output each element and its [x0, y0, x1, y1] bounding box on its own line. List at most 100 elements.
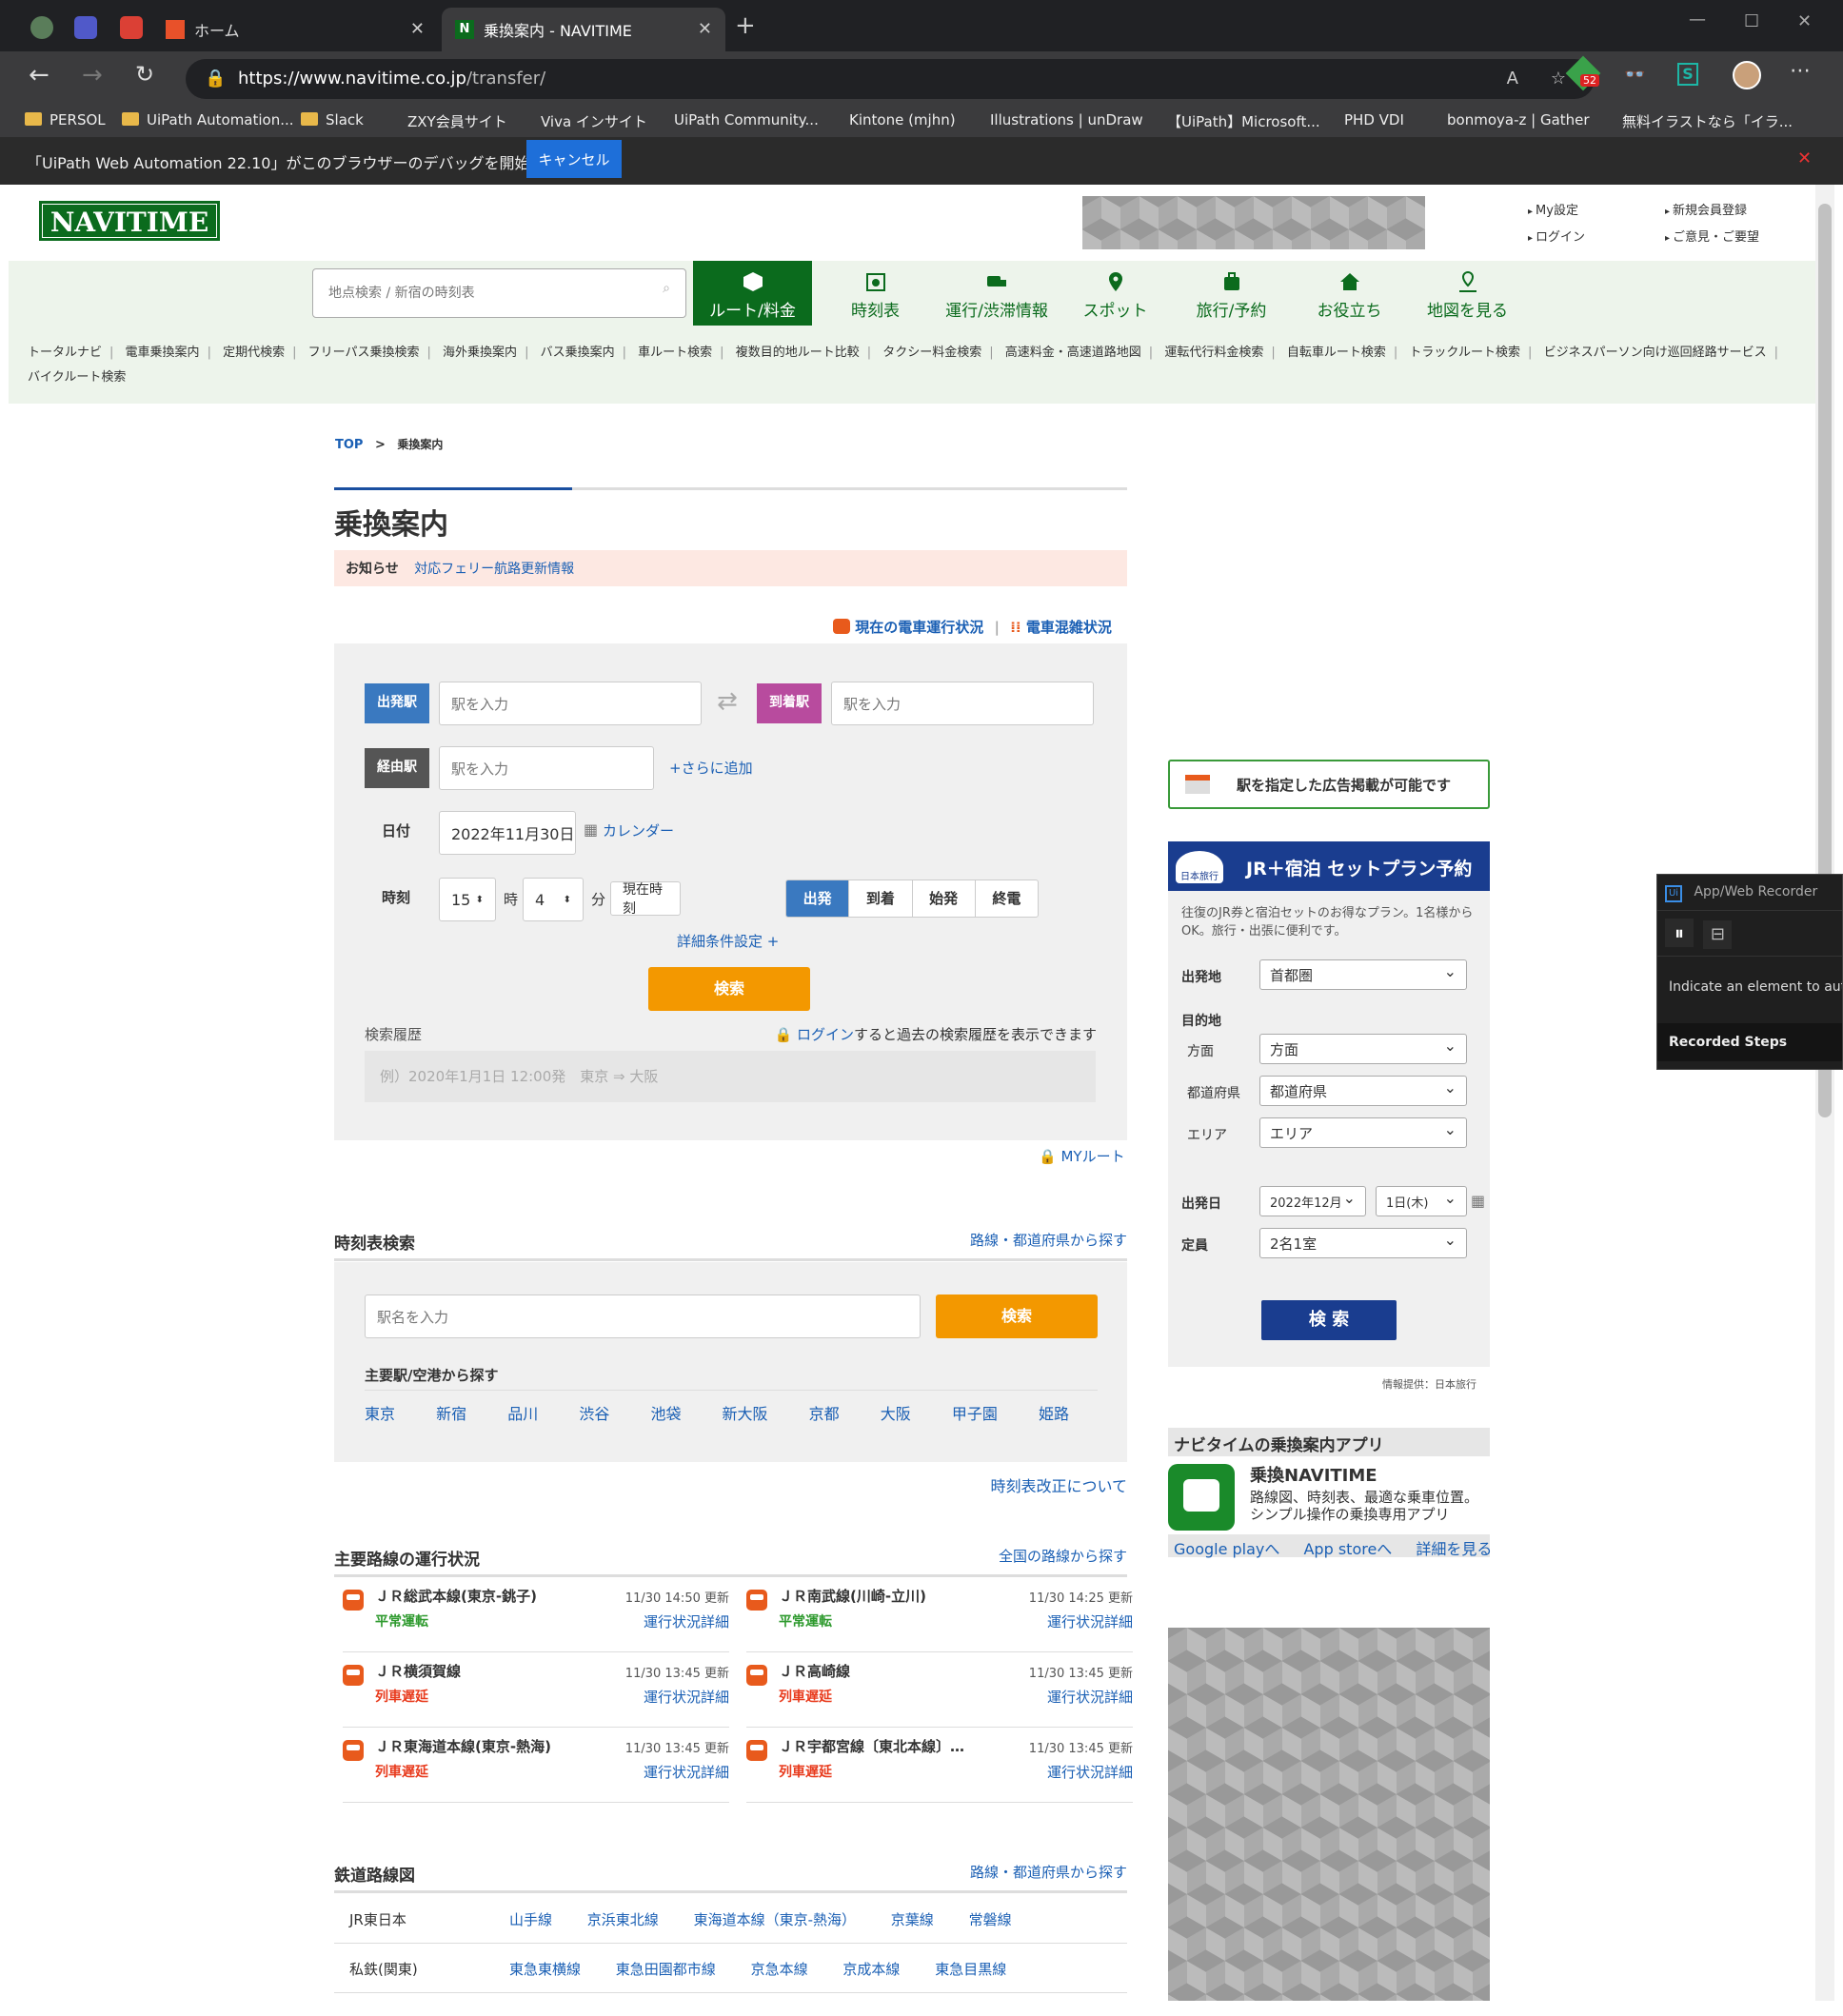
crowd-status-link[interactable]: 電車混雑状況	[1026, 619, 1112, 636]
calendar-icon[interactable]: ▦	[1471, 1192, 1485, 1210]
subnav-link[interactable]: バイクルート検索	[28, 370, 126, 385]
search-icon[interactable]: ⌕	[663, 281, 670, 296]
pref-select[interactable]: 都道府県	[1259, 1076, 1467, 1106]
tab-home[interactable]: ホーム ✕	[152, 8, 438, 51]
timetable-revision-link[interactable]: 時刻表改正について	[990, 1473, 1127, 1496]
now-button[interactable]: 現在時刻	[610, 881, 681, 917]
mode-arrival[interactable]: 到着	[848, 880, 911, 917]
line-name[interactable]: ＪＲ宇都宮線〔東北本線〕…	[779, 1736, 964, 1756]
nav-useful[interactable]: お役立ち	[1290, 261, 1409, 326]
subnav-link[interactable]: 電車乗換案内	[126, 346, 200, 360]
area-select[interactable]: エリア	[1259, 1117, 1467, 1148]
origin-select[interactable]: 首都圏	[1259, 959, 1467, 990]
bookmark-item[interactable]: bonmoya-z | Gather	[1424, 111, 1590, 128]
subnav-link[interactable]: トラックルート検索	[1409, 346, 1520, 360]
railmap-line-link[interactable]: 山手線	[509, 1911, 552, 1928]
station-link[interactable]: 新大阪	[723, 1405, 768, 1423]
close-infobar-icon[interactable]: ✕	[1797, 148, 1812, 168]
direction-select[interactable]: 方面	[1259, 1034, 1467, 1064]
railmap-line-link[interactable]: 京浜東北線	[587, 1911, 659, 1928]
teams-icon[interactable]	[74, 16, 97, 39]
status-detail-link[interactable]: 運行状況詳細	[644, 1611, 729, 1631]
nav-spot[interactable]: スポット	[1056, 261, 1175, 326]
pause-icon[interactable]: ⏸	[1665, 919, 1694, 947]
status-detail-link[interactable]: 運行状況詳細	[644, 1687, 729, 1707]
minute-select[interactable]: 4 ⬍	[523, 878, 584, 921]
history-login-link[interactable]: ログイン	[797, 1026, 854, 1043]
mode-first[interactable]: 始発	[911, 880, 975, 917]
feedback-link[interactable]: ご意見・ご要望	[1665, 227, 1759, 245]
railmap-line-link[interactable]: 東急東横線	[509, 1961, 581, 1978]
bookmark-item[interactable]: Viva インサイト	[514, 111, 647, 131]
railmap-line-link[interactable]: 京急本線	[751, 1961, 808, 1978]
line-name[interactable]: ＪＲ南武線(川崎-立川)	[779, 1586, 926, 1606]
register-link[interactable]: 新規会員登録	[1665, 200, 1747, 218]
line-name[interactable]: ＪＲ東海道本線(東京-熱海)	[375, 1736, 551, 1756]
favorite-icon[interactable]: ☆	[1551, 59, 1566, 99]
back-icon[interactable]: ←	[29, 61, 50, 89]
url-input[interactable]: 🔒 https://www.navitime.co.jp/transfer/ A…	[186, 59, 1595, 99]
railmap-line-link[interactable]: 京成本線	[842, 1961, 900, 1978]
subnav-link[interactable]: 運転代行料金検索	[1164, 346, 1263, 360]
from-station-input[interactable]: 駅を入力	[439, 682, 702, 725]
status-detail-link[interactable]: 運行状況詳細	[1047, 1687, 1133, 1707]
close-window-icon[interactable]: ✕	[1797, 11, 1812, 31]
bookmark-item[interactable]: PERSOL	[25, 111, 106, 128]
bookmark-item[interactable]: 【UiPath】Microsoft...	[1144, 111, 1320, 131]
railmap-line-link[interactable]: 東急目黒線	[935, 1961, 1006, 1978]
station-link[interactable]: 姫路	[1039, 1405, 1069, 1423]
subnav-link[interactable]: タクシー料金検索	[882, 346, 981, 360]
calendar-link[interactable]: カレンダー	[603, 820, 674, 840]
subnav-link[interactable]: トータルナビ	[28, 346, 102, 360]
subnav-link[interactable]: 高速料金・高速道路地図	[1005, 346, 1141, 360]
subnav-link[interactable]: 定期代検索	[223, 346, 285, 360]
app-name[interactable]: 乗換NAVITIME	[1250, 1462, 1377, 1487]
nav-map[interactable]: 地図を見る	[1408, 261, 1527, 326]
app-detail-link[interactable]: 詳細を見る	[1416, 1540, 1492, 1558]
recorded-steps-header[interactable]: Recorded Steps	[1657, 1023, 1842, 1061]
to-station-input[interactable]: 駅を入力	[831, 682, 1094, 725]
station-link[interactable]: 新宿	[436, 1405, 466, 1423]
status-detail-link[interactable]: 運行状況詳細	[1047, 1611, 1133, 1631]
subnav-link[interactable]: ビジネスパーソン向け巡回経路サービス	[1544, 346, 1767, 360]
jr-search-button[interactable]: 検 索	[1261, 1300, 1397, 1340]
hour-select[interactable]: 15 ⬍	[439, 878, 496, 921]
railmap-line-link[interactable]: 東急田園都市線	[616, 1961, 716, 1978]
timetable-search-button[interactable]: 検索	[936, 1295, 1098, 1338]
header-ad-banner[interactable]	[1082, 196, 1425, 249]
notice-link[interactable]: 対応フェリー航路更新情報	[414, 562, 574, 577]
detail-settings-link[interactable]: 詳細条件設定 +	[677, 931, 779, 951]
current-status-link[interactable]: 現在の電車運行状況	[855, 619, 983, 636]
navitime-logo[interactable]: NAVITIME	[39, 201, 220, 241]
my-settings-link[interactable]: My設定	[1528, 200, 1578, 218]
subnav-link[interactable]: 海外乗換案内	[443, 346, 517, 360]
avatar[interactable]	[1733, 61, 1761, 89]
station-link[interactable]: 京都	[809, 1405, 840, 1423]
date-input[interactable]: 2022年11月30日	[439, 811, 576, 855]
station-link[interactable]: 東京	[365, 1405, 395, 1423]
status-detail-link[interactable]: 運行状況詳細	[1047, 1762, 1133, 1782]
maximize-icon[interactable]: ☐	[1744, 11, 1759, 31]
profile-icon[interactable]	[30, 16, 53, 39]
bookmark-item[interactable]: ZXY会員サイト	[381, 111, 507, 131]
forward-icon[interactable]: →	[82, 61, 103, 89]
sidebar-ad-banner[interactable]	[1168, 1628, 1490, 2001]
bookmark-item[interactable]: UiPath Community...	[644, 111, 819, 128]
nav-travel[interactable]: 旅行/予約	[1172, 261, 1291, 326]
capacity-select[interactable]: 2名1室	[1259, 1228, 1467, 1258]
subnav-link[interactable]: 自転車ルート検索	[1287, 346, 1386, 360]
new-tab-button[interactable]: +	[735, 11, 756, 40]
subnav-link[interactable]: 複数目的地ルート比較	[736, 346, 860, 360]
bookmark-item[interactable]: Kintone (mjhn)	[821, 111, 956, 128]
refresh-icon[interactable]: ↻	[135, 61, 154, 88]
google-play-link[interactable]: Google playへ	[1174, 1540, 1279, 1558]
railmap-line-link[interactable]: 京葉線	[891, 1911, 934, 1928]
site-search-input[interactable]: 地点検索 / 新宿の時刻表 ⌕	[312, 268, 686, 318]
app-store-link[interactable]: App storeへ	[1303, 1540, 1392, 1558]
railmap-route-link[interactable]: 路線・都道府県から探す	[970, 1862, 1127, 1882]
timetable-station-input[interactable]: 駅名を入力	[365, 1295, 921, 1338]
save-icon[interactable]: ⊟	[1703, 920, 1733, 949]
glasses-icon[interactable]: 👓	[1624, 65, 1645, 85]
subnav-link[interactable]: バス乗換案内	[541, 346, 615, 360]
mode-departure[interactable]: 出発	[786, 880, 849, 917]
